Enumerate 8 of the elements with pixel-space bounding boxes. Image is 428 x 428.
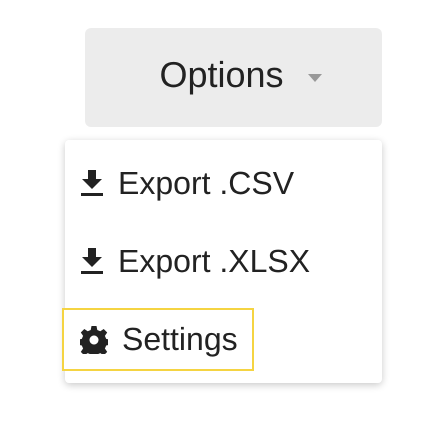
- options-button[interactable]: Options: [85, 28, 382, 127]
- menu-item[interactable]: Export .CSV: [62, 152, 310, 215]
- caret-icon: [308, 74, 322, 82]
- download-icon: [80, 248, 104, 274]
- menu-item[interactable]: Export .XLSX: [62, 230, 326, 294]
- download-icon: [80, 170, 104, 196]
- gear-icon: [80, 326, 108, 354]
- menu-item[interactable]: Settings: [62, 308, 254, 372]
